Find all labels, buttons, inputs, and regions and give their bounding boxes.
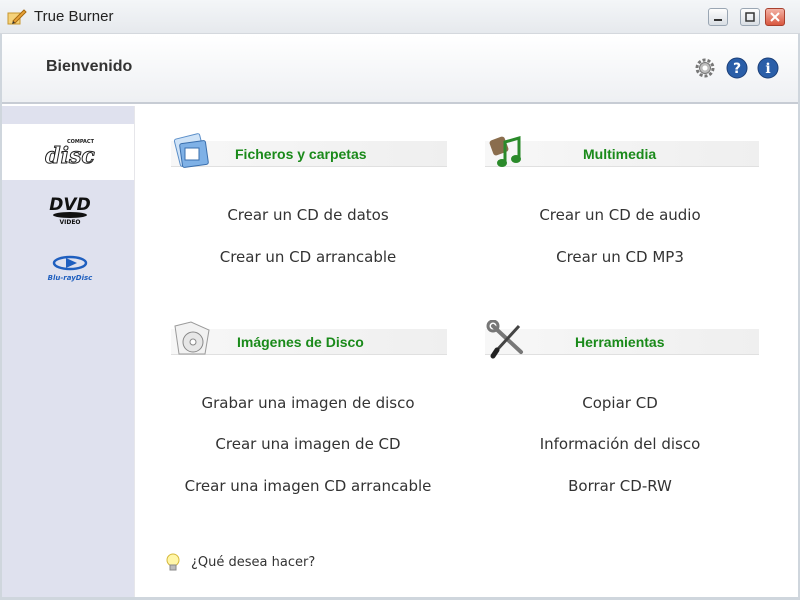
section-images-header: Imágenes de Disco — [171, 321, 447, 356]
sidebar-item-bluray[interactable]: Blu-rayDisc — [2, 240, 134, 296]
minimize-icon — [714, 19, 722, 21]
close-icon — [770, 12, 780, 22]
blu-ray-disc-logo-icon: Blu-rayDisc — [48, 255, 94, 282]
section-images-title: Imágenes de Disco — [237, 334, 364, 350]
tools-icon — [486, 320, 523, 359]
link-create-cd-image[interactable]: Crear una imagen de CD — [158, 435, 458, 453]
compact-disc-logo-icon: COMPACT disc — [45, 139, 96, 166]
title-bar: True Burner — [0, 0, 800, 34]
dvd-video-logo-icon: DVD VIDEO — [49, 195, 90, 226]
section-tools-title: Herramientas — [575, 334, 665, 350]
page-title: Bienvenido — [46, 58, 133, 75]
window-title: True Burner — [34, 8, 114, 25]
link-erase-cdrw[interactable]: Borrar CD-RW — [470, 477, 770, 495]
svg-text:?: ? — [733, 61, 741, 77]
info-icon[interactable]: i — [757, 57, 779, 79]
footer-question: ¿Qué desea hacer? — [191, 555, 316, 570]
disc-image-icon — [174, 321, 210, 355]
section-files-header: Ficheros y carpetas — [171, 133, 447, 168]
main-panel: Ficheros y carpetas Crear un CD de datos… — [134, 106, 800, 600]
light-bulb-icon — [166, 553, 180, 571]
media-sidebar: COMPACT disc DVD VIDEO Blu-rayDisc — [2, 106, 134, 600]
minimize-button[interactable] — [708, 8, 728, 26]
welcome-header: Bienvenido ? i — [2, 35, 798, 104]
gear-icon[interactable] — [694, 57, 716, 79]
maximize-button[interactable] — [740, 8, 760, 26]
section-multimedia-title: Multimedia — [583, 146, 657, 162]
link-copy-cd[interactable]: Copiar CD — [470, 394, 770, 412]
close-button[interactable] — [765, 8, 785, 26]
section-multimedia-header: Multimedia — [485, 136, 759, 168]
svg-text:Blu-rayDisc: Blu-rayDisc — [48, 274, 94, 282]
files-folders-icon — [173, 133, 209, 168]
sidebar-item-cd[interactable]: COMPACT disc — [2, 124, 134, 180]
app-pen-icon — [7, 8, 27, 26]
svg-text:disc: disc — [45, 143, 95, 166]
maximize-icon — [745, 12, 755, 22]
link-burn-disc-image[interactable]: Grabar una imagen de disco — [158, 394, 458, 412]
svg-text:VIDEO: VIDEO — [59, 219, 80, 226]
link-create-bootable-cd[interactable]: Crear un CD arrancable — [158, 248, 458, 266]
link-create-audio-cd[interactable]: Crear un CD de audio — [470, 206, 770, 224]
link-create-bootable-cd-image[interactable]: Crear una imagen CD arrancable — [158, 477, 458, 495]
svg-text:i: i — [765, 61, 770, 77]
section-files-title: Ficheros y carpetas — [235, 146, 367, 162]
link-create-data-cd[interactable]: Crear un CD de datos — [158, 206, 458, 224]
link-create-mp3-cd[interactable]: Crear un CD MP3 — [470, 248, 770, 266]
help-icon[interactable]: ? — [726, 57, 748, 79]
window-frame-left — [0, 34, 2, 600]
sidebar-item-dvd[interactable]: DVD VIDEO — [2, 182, 134, 238]
link-disc-info[interactable]: Información del disco — [470, 435, 770, 453]
music-note-icon — [489, 136, 521, 167]
section-tools-header: Herramientas — [485, 320, 759, 359]
